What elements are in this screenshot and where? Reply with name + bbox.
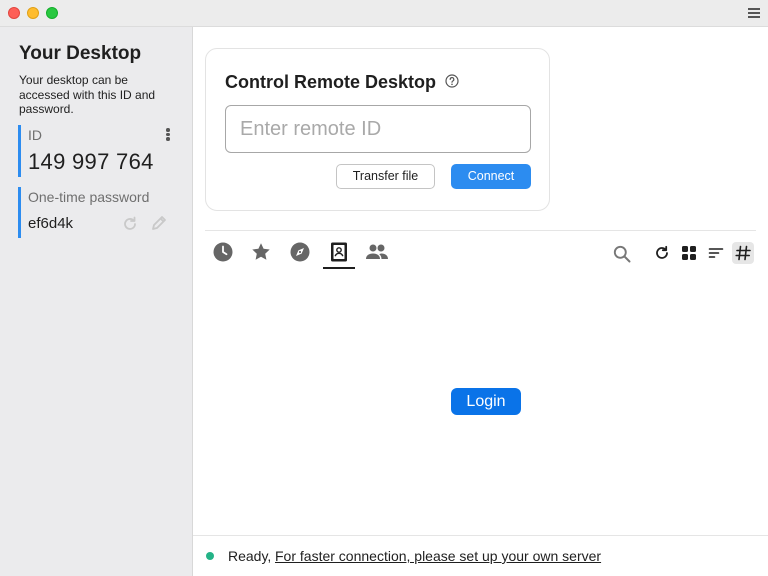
id-label: ID: [28, 127, 42, 143]
hashtag-view-button[interactable]: [732, 242, 754, 264]
grid-view-icon: [682, 246, 696, 260]
window-titlebar: [0, 0, 768, 27]
clock-icon: [213, 242, 233, 262]
more-options-icon[interactable]: [165, 128, 171, 142]
refresh-button[interactable]: [651, 242, 673, 264]
password-block: One-time password ef6d4k: [18, 187, 180, 238]
tab-recent-sessions[interactable]: [207, 240, 239, 269]
login-button[interactable]: Login: [451, 388, 521, 415]
menu-icon[interactable]: [748, 8, 760, 19]
id-block: ID 149 997 764: [18, 125, 180, 177]
tab-group[interactable]: [361, 240, 393, 269]
hashtag-icon: [735, 245, 751, 261]
sidebar-title: Your Desktop: [19, 43, 142, 64]
remote-id-input[interactable]: [225, 105, 531, 153]
grid-view-button[interactable]: [678, 242, 700, 264]
tab-discovered[interactable]: [284, 240, 316, 269]
status-text: Ready,: [228, 548, 272, 564]
password-value: ef6d4k: [28, 215, 74, 232]
refresh-password-icon[interactable]: [121, 215, 139, 233]
setup-server-link[interactable]: For faster connection, please set up you…: [275, 548, 601, 564]
people-icon: [366, 244, 388, 259]
status-indicator: [206, 552, 214, 560]
compass-icon: [290, 242, 310, 262]
sidebar: Your Desktop Your desktop can be accesse…: [0, 27, 193, 576]
id-value: 149 997 764: [28, 149, 154, 174]
transfer-file-button[interactable]: Transfer file: [336, 164, 435, 189]
close-window-button[interactable]: [8, 7, 20, 19]
address-book-icon: [331, 242, 347, 262]
tab-address-book[interactable]: [323, 240, 355, 269]
star-icon: [252, 243, 270, 260]
connect-button[interactable]: Connect: [451, 164, 531, 189]
maximize-window-button[interactable]: [46, 7, 58, 19]
status-bar: Ready, For faster connection, please set…: [193, 535, 768, 576]
search-icon: [613, 245, 631, 263]
sidebar-description: Your desktop can be accessed with this I…: [19, 73, 156, 116]
section-divider: [205, 230, 756, 231]
sort-icon: [708, 248, 724, 258]
search-button[interactable]: [610, 242, 632, 264]
control-remote-card: Control Remote Desktop Transfer file Con…: [205, 48, 550, 211]
refresh-icon: [656, 245, 668, 259]
minimize-window-button[interactable]: [27, 7, 39, 19]
sort-button[interactable]: [705, 242, 727, 264]
help-icon[interactable]: [445, 74, 459, 88]
password-label: One-time password: [28, 189, 150, 205]
control-remote-title: Control Remote Desktop: [225, 72, 437, 92]
edit-password-icon[interactable]: [150, 214, 168, 232]
tab-favorites[interactable]: [245, 240, 277, 269]
